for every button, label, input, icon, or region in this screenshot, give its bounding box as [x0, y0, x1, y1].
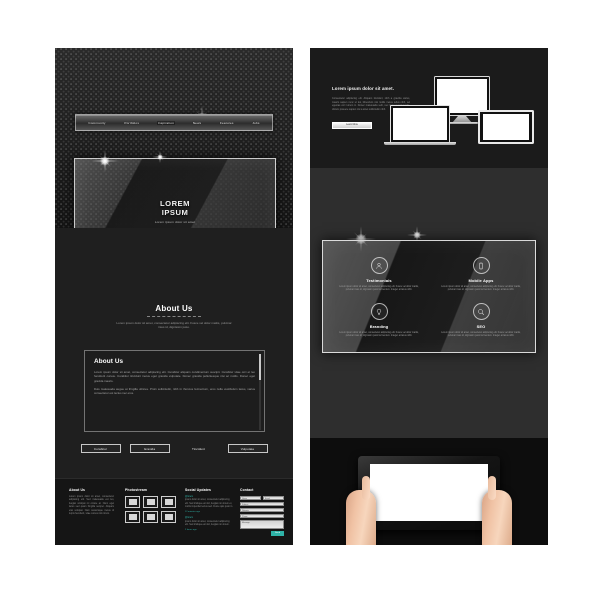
devices-hero-section: Lorem ipsum dolor sit amet. Consectetur … [310, 48, 548, 168]
feature-text: Lorem ipsum dolor sit amet, consectetur … [441, 331, 521, 337]
footer-contact-title: Contact [240, 488, 254, 492]
about-subtitle: Lorem ipsum dolor sit amet, consectetur … [116, 321, 232, 330]
footer-about-title: About Us [69, 488, 86, 492]
feature-title: SEO [476, 323, 486, 329]
features-glass-panel: Testimonials Lorem ipsum dolor sit amet,… [322, 240, 536, 353]
footer-column-contact: Contact Name Email Subject Website Phone… [240, 488, 284, 536]
lightbulb-icon [370, 303, 388, 320]
nav-item-news[interactable]: News [192, 121, 202, 125]
feature-text: Lorem ipsum dolor sit amet, consectetur … [441, 285, 521, 291]
footer-photostream-title: Photostream [125, 488, 148, 492]
contact-form: Name Email Subject Website Phone Message… [240, 496, 284, 536]
feature-title: Branding [369, 323, 389, 329]
left-header-section: Community Portfolios Inspiration News Fe… [55, 48, 293, 245]
hero-title: LOREM IPSUM [75, 199, 275, 217]
learn-more-button[interactable]: Learn More [332, 122, 372, 129]
tincidunt-button[interactable]: Tincidunt [179, 444, 219, 453]
photo-thumbnail[interactable] [143, 496, 158, 508]
feature-mobile-apps: Mobile Apps Lorem ipsum dolor sit amet, … [435, 257, 527, 292]
laptop-base [384, 142, 456, 146]
about-section: About Us Lorem ipsum dolor sit amet, con… [55, 228, 293, 478]
website-field[interactable]: Website [240, 507, 284, 513]
right-website-mockup-panel: Lorem ipsum dolor sit amet. Consectetur … [310, 48, 548, 545]
mobile-phone-icon [472, 257, 490, 274]
social-update-item: @lorem ipsum dolor sit amet, consectetur… [185, 517, 233, 531]
feature-testimonials: Testimonials Lorem ipsum dolor sit amet,… [333, 257, 425, 292]
phone-field[interactable]: Phone [240, 513, 284, 519]
feature-title: Mobile Apps [468, 277, 494, 283]
email-field[interactable]: Email [263, 496, 284, 501]
vulputate-button[interactable]: Vulputate [227, 444, 268, 453]
tablet-screen [370, 464, 488, 521]
footer-column-about: About Us Lorem ipsum dolor sit amet, con… [69, 488, 114, 516]
monitor-base [446, 122, 478, 125]
right-hand [482, 476, 512, 545]
curabitur-button[interactable]: Curabitur [80, 444, 121, 453]
scrollbar-thumb[interactable] [259, 354, 261, 380]
photo-thumbnail[interactable] [143, 511, 158, 523]
social-update-date: 12 minutes ago [185, 511, 200, 514]
about-button-row: Curabitur Gravida Tincidunt Vulputate [55, 444, 293, 453]
about-box-heading: About Us [94, 358, 124, 365]
footer-about-text: Lorem ipsum dolor sit amet, consectetur … [69, 496, 114, 516]
heading-divider [147, 316, 201, 317]
tablet-device [358, 456, 500, 530]
tablet-mockup [478, 110, 534, 144]
send-button[interactable]: Send [271, 530, 284, 536]
screenshot-canvas: Community Portfolios Inspiration News Fe… [0, 0, 600, 600]
name-field[interactable]: Name [240, 496, 261, 501]
about-scrollbar[interactable] [259, 354, 261, 430]
feature-title: Testimonials [366, 277, 392, 283]
footer-column-social: Social Updates @lorem ipsum dolor sit am… [185, 488, 233, 535]
about-heading: About Us [155, 304, 193, 313]
about-paragraph-1: Lorem ipsum dolor sit amet, consectetur … [94, 370, 255, 383]
social-update-item: @lorem ipsum dolor sit amet, consectetur… [185, 496, 233, 513]
gravida-button[interactable]: Gravida [129, 444, 170, 453]
main-navigation-bar[interactable]: Community Portfolios Inspiration News Fe… [75, 114, 273, 131]
about-content-box: About Us Lorem ipsum dolor sit amet, con… [84, 350, 265, 432]
about-heading-block: About Us Lorem ipsum dolor sit amet, con… [55, 304, 293, 329]
about-paragraph-2: Duis malesuada augue at fringilla ultric… [94, 386, 255, 396]
photo-thumbnail[interactable] [125, 496, 140, 508]
photo-thumbnail[interactable] [161, 496, 176, 508]
hero-subtitle: Lorem ipsum dolor sit amet [154, 219, 196, 224]
left-thumb [362, 476, 370, 500]
nav-item-portfolios[interactable]: Portfolios [123, 121, 140, 125]
nav-item-jobs[interactable]: Jobs [251, 121, 260, 125]
site-footer: About Us Lorem ipsum dolor sit amet, con… [55, 478, 293, 545]
social-update-text: ipsum dolor sit amet, consectetur adipis… [185, 520, 230, 526]
nav-item-community[interactable]: Community [87, 121, 106, 125]
feature-branding: Branding Lorem ipsum dolor sit amet, con… [333, 303, 425, 338]
left-website-mockup-panel: Community Portfolios Inspiration News Fe… [55, 48, 293, 545]
laptop-mockup [390, 105, 450, 143]
hero-title-line2: IPSUM [161, 207, 189, 217]
feature-text: Lorem ipsum dolor sit amet, consectetur … [339, 285, 419, 291]
nav-item-inspiration[interactable]: Inspiration [156, 120, 176, 125]
person-icon [370, 257, 388, 274]
photo-thumbnail[interactable] [125, 511, 140, 523]
social-update-date: 2 hours ago [185, 528, 197, 531]
feature-seo: SEO Lorem ipsum dolor sit amet, consecte… [435, 303, 527, 338]
nav-item-features[interactable]: Features [219, 121, 235, 125]
photo-thumbnail[interactable] [161, 511, 176, 523]
photostream-grid [125, 496, 177, 523]
footer-column-photostream: Photostream [125, 488, 177, 523]
features-section: Testimonials Lorem ipsum dolor sit amet,… [310, 168, 548, 438]
subject-field[interactable]: Subject [240, 501, 284, 507]
hero-text-block: LOREM IPSUM Lorem ipsum dolor sit amet [75, 199, 275, 224]
magnifier-icon [472, 303, 490, 320]
right-thumb [488, 476, 496, 500]
message-textarea[interactable]: Message [240, 519, 284, 529]
tablet-in-hands-section [310, 438, 548, 545]
feature-text: Lorem ipsum dolor sit amet, consectetur … [339, 331, 419, 337]
left-hand [346, 476, 376, 545]
devices-hero-heading: Lorem ipsum dolor sit amet. [332, 86, 395, 91]
footer-social-title: Social Updates [185, 488, 211, 492]
social-update-text: ipsum dolor sit amet, consectetur adipis… [185, 499, 233, 509]
